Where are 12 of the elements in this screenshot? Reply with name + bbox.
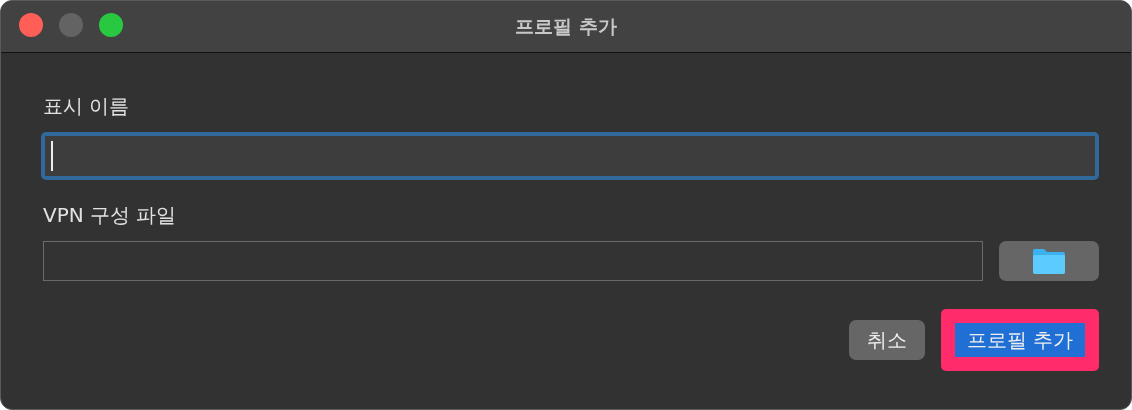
close-button[interactable] (19, 13, 43, 37)
minimize-button[interactable] (59, 13, 83, 37)
cancel-button[interactable]: 취소 (848, 320, 925, 360)
file-path-field[interactable] (43, 241, 983, 281)
window-title: 프로필 추가 (515, 13, 617, 39)
zoom-button[interactable] (99, 13, 123, 37)
folder-icon (1032, 247, 1066, 275)
field-label: 표시 이름 (43, 93, 130, 120)
add-profile-button[interactable]: 프로필 추가 (954, 323, 1085, 357)
browse-button[interactable] (999, 241, 1099, 281)
field-label: VPN 구성 파일 (43, 202, 177, 229)
input-field[interactable] (41, 132, 1099, 180)
